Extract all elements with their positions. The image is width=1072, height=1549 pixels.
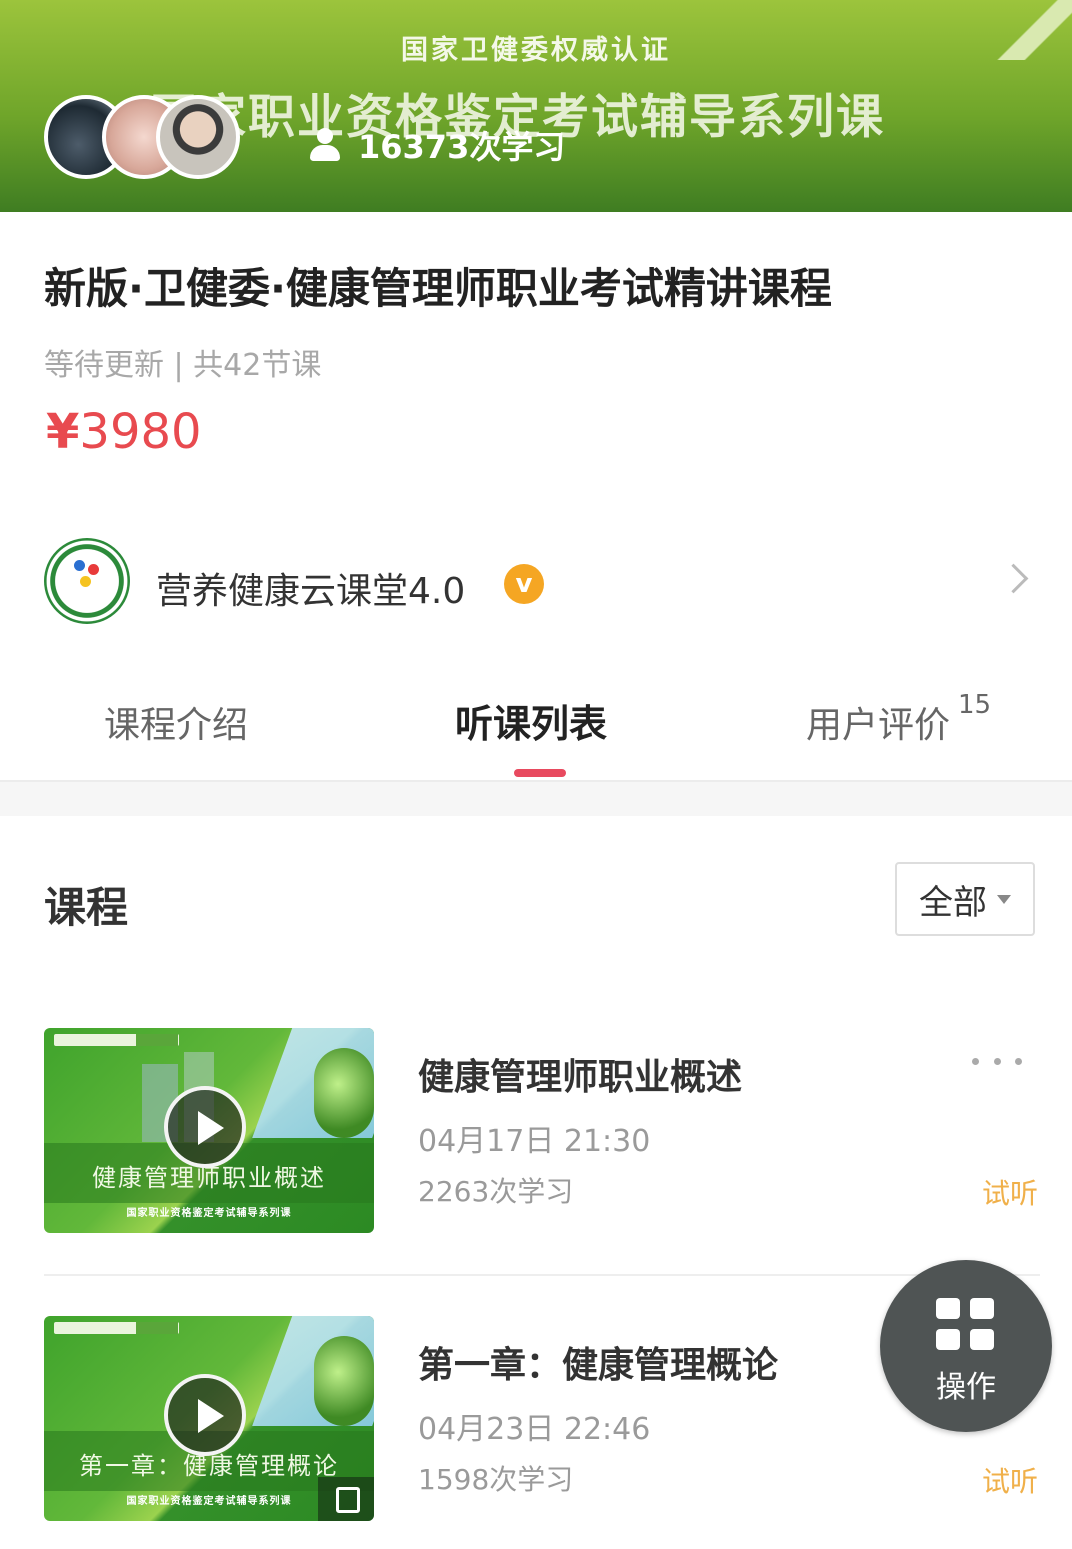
lesson-title: 健康管理师职业概述 [418,1057,743,1098]
learner-count-text: 16373次学习 [358,128,566,166]
thumb-subtitle: 国家职业资格鉴定考试辅导系列课 [126,1208,292,1219]
thumb-tag [136,1034,178,1046]
review-count: 15 [958,690,992,720]
org-logo-dots [74,560,104,590]
play-icon[interactable] [164,1086,246,1168]
price-currency: ¥ [46,404,80,460]
tab-user-reviews-label: 用户评价 [806,705,951,746]
play-icon[interactable] [164,1374,246,1456]
course-banner: 国家卫健委权威认证 国家职业资格鉴定考试辅导系列课 16373次学习 [0,0,1072,212]
learner-count: 16373次学习 [308,122,565,168]
lesson-thumbnail[interactable]: 健康管理师职业概述 国家职业资格鉴定考试辅导系列课 [44,1028,374,1233]
course-title: 新版·卫健委·健康管理师职业考试精讲课程 [44,264,832,313]
thumb-decoration [314,1048,374,1138]
filter-dropdown[interactable]: 全部 [895,862,1035,936]
actions-button-label: 操作 [936,1370,996,1405]
tab-lesson-list[interactable]: 听课列表 [455,693,607,748]
list-item[interactable]: 健康管理师职业概述 国家职业资格鉴定考试辅导系列课 健康管理师职业概述 04月1… [44,1028,1040,1238]
actions-button[interactable]: 操作 [880,1260,1052,1432]
org-name: 营养健康云课堂4.0 [156,571,466,612]
banner-certification-text: 国家卫健委权威认证 [401,35,671,66]
section-title: 课程 [44,883,129,932]
price-value: 3980 [79,404,202,460]
screen-icon[interactable] [318,1477,374,1521]
more-options-icon[interactable] [972,1058,1022,1068]
course-meta: 等待更新 | 共42节课 [44,348,322,383]
caret-down-icon [997,894,1011,904]
avatar [156,95,240,179]
filter-label: 全部 [919,882,987,923]
thumb-tag [136,1322,178,1334]
trial-listen-link[interactable]: 试听 [982,1172,1038,1212]
lesson-date: 04月17日 21:30 [418,1124,651,1159]
lesson-study-count: 1598次学习 [418,1463,574,1496]
list-divider [44,1274,1040,1276]
org-logo [44,538,130,624]
section-spacer [0,782,1072,816]
org-row[interactable]: 营养健康云课堂4.0 v [44,536,1034,636]
course-price: ¥3980 [46,404,202,460]
tab-course-intro[interactable]: 课程介绍 [104,696,248,748]
tab-user-reviews[interactable]: 用户评价 15 [806,690,991,748]
lesson-date: 04月23日 22:46 [418,1412,651,1447]
learner-avatars [44,95,244,179]
lesson-study-count: 2263次学习 [418,1175,574,1208]
person-icon [308,128,342,162]
tab-bar: 课程介绍 听课列表 用户评价 15 [0,680,1072,782]
active-tab-indicator [514,769,566,777]
verified-badge-icon: v [504,564,544,604]
grid-icon [936,1298,994,1350]
lesson-thumbnail[interactable]: 第一章：健康管理概论 国家职业资格鉴定考试辅导系列课 [44,1316,374,1521]
trial-listen-link[interactable]: 试听 [982,1460,1038,1500]
thumb-decoration [314,1336,374,1426]
chevron-right-icon[interactable] [998,563,1029,594]
lesson-title: 第一章：健康管理概论 [418,1345,779,1386]
